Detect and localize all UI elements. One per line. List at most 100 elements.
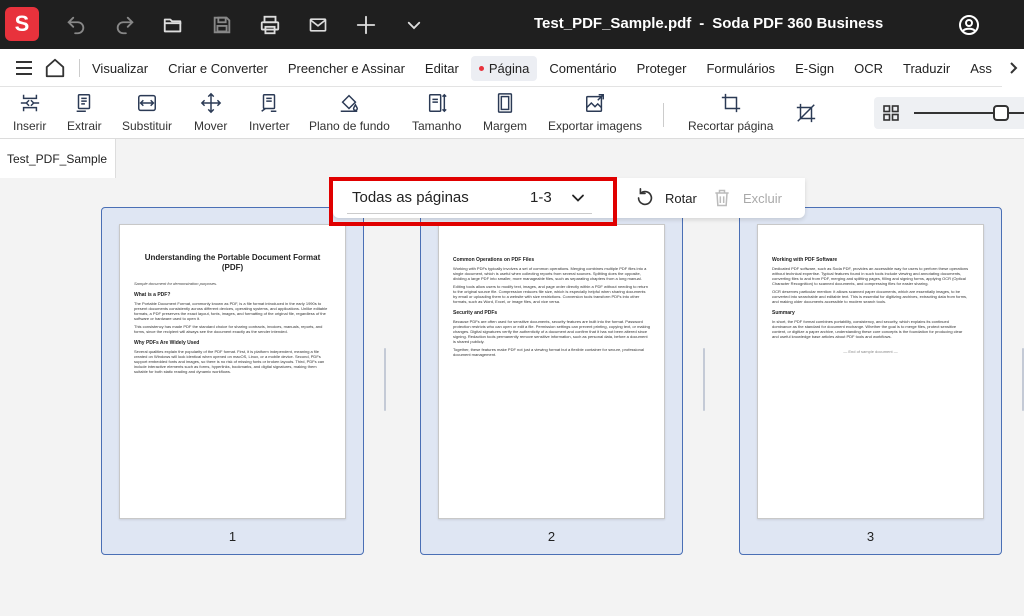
- new-plus-icon[interactable]: [352, 11, 380, 39]
- paragraph: Editing tools allow users to modify text…: [453, 284, 648, 304]
- menu-item-e-sign[interactable]: E-Sign: [787, 56, 842, 81]
- paragraph: Several qualities explain the popularity…: [134, 349, 325, 374]
- page-toolbar-ribbon: Inserir Extrair Substituir Mover Inverte…: [0, 87, 1024, 139]
- redo-icon[interactable]: [111, 11, 139, 39]
- paragraph: OCR deserves particular mention: it allo…: [772, 289, 968, 304]
- insert-icon: [18, 91, 42, 115]
- extract-label: Extrair: [67, 119, 102, 133]
- user-account-icon[interactable]: [955, 11, 983, 39]
- insert-label: Inserir: [13, 119, 47, 133]
- page-card-3[interactable]: Working with PDF Software Dedicated PDF …: [739, 207, 1002, 555]
- move-button[interactable]: Mover: [194, 91, 227, 133]
- crop-off-icon: [794, 101, 818, 125]
- page-subtitle: Sample document for demonstration purpos…: [134, 281, 218, 286]
- rotate-button[interactable]: Rotar: [634, 187, 697, 209]
- menu-item-assistente[interactable]: Ass: [962, 56, 1000, 81]
- extract-icon: [72, 91, 96, 115]
- undo-icon[interactable]: [62, 11, 90, 39]
- page-number: 3: [866, 529, 875, 544]
- menu-item-editar[interactable]: Editar: [417, 56, 467, 81]
- menu-bar: Visualizar Criar e Converter Preencher e…: [0, 49, 1024, 87]
- chevron-down-icon[interactable]: [400, 11, 428, 39]
- page-insert-marker[interactable]: [384, 348, 386, 411]
- page-insert-marker[interactable]: [703, 348, 705, 411]
- menu-item-formularios[interactable]: Formulários: [698, 56, 783, 81]
- delete-label: Excluir: [743, 190, 783, 206]
- paragraph: Dedicated PDF software, such as Soda PDF…: [772, 266, 969, 286]
- size-label: Tamanho: [412, 119, 462, 133]
- paragraph: This consistency has made PDF the standa…: [134, 324, 323, 334]
- menu-item-ocr[interactable]: OCR: [846, 56, 891, 81]
- home-icon[interactable]: [43, 57, 67, 79]
- crop-page-label: Recortar página: [688, 119, 774, 133]
- menu-item-visualizar[interactable]: Visualizar: [84, 56, 156, 81]
- invert-button[interactable]: Inverter: [249, 91, 290, 133]
- trash-icon: [712, 187, 732, 209]
- hamburger-menu-icon[interactable]: [12, 57, 36, 79]
- menu-item-criar-e-converter[interactable]: Criar e Converter: [160, 56, 276, 81]
- margin-label: Margem: [483, 119, 528, 133]
- paint-bucket-icon: [337, 91, 361, 115]
- page-number: 1: [228, 529, 237, 544]
- highlight-box: [329, 177, 617, 226]
- background-button[interactable]: Plano de fundo: [309, 91, 390, 133]
- menu-item-pagina[interactable]: Página: [470, 55, 538, 81]
- export-image-icon: [583, 91, 607, 115]
- crop-icon: [719, 91, 743, 115]
- extract-button[interactable]: Extrair: [67, 91, 102, 133]
- app-logo[interactable]: S: [5, 7, 39, 41]
- export-images-button[interactable]: Exportar imagens: [548, 91, 642, 133]
- margin-button[interactable]: Margem: [483, 91, 527, 133]
- document-tab-row: Test_PDF_Sample: [0, 139, 1024, 178]
- title-bar: S Test_PDF_Sample.pdf - Soda PDF 360 Busin…: [0, 0, 1024, 49]
- file-name: Test_PDF_Sample.pdf: [534, 15, 692, 32]
- invert-icon: [257, 91, 281, 115]
- rotate-label: Rotar: [665, 190, 697, 206]
- page-thumbnail: Working with PDF Software Dedicated PDF …: [757, 224, 984, 519]
- save-icon[interactable]: [208, 11, 236, 39]
- zoom-slider-thumb[interactable]: [993, 105, 1009, 121]
- replace-icon: [135, 91, 159, 115]
- page-card-2[interactable]: Common Operations on PDF Files Working w…: [420, 207, 683, 555]
- menu-item-comentario[interactable]: Comentário: [541, 56, 624, 81]
- section-heading: Why PDFs Are Widely Used: [134, 340, 200, 346]
- remove-crop-button[interactable]: [794, 101, 818, 125]
- menu-item-traduzir[interactable]: Traduzir: [895, 56, 958, 81]
- insert-button[interactable]: Inserir: [13, 91, 46, 133]
- title-separator: -: [699, 15, 705, 32]
- page-card-1[interactable]: Understanding the Portable Document Form…: [101, 207, 364, 555]
- export-images-label: Exportar imagens: [548, 119, 643, 133]
- end-note: — End of sample document —: [843, 349, 898, 354]
- move-icon: [199, 91, 223, 115]
- section-heading: What is a PDF?: [134, 292, 171, 298]
- paragraph: Together, these features make PDF not ju…: [453, 347, 644, 357]
- open-folder-icon[interactable]: [159, 11, 187, 39]
- toolbar-separator: [663, 103, 664, 127]
- paragraph: The Portable Document Format, commonly k…: [134, 301, 328, 321]
- move-label: Mover: [194, 119, 228, 133]
- grid-view-icon[interactable]: [882, 104, 900, 122]
- print-icon[interactable]: [256, 11, 284, 39]
- paragraph: Working with PDFs typically involves a s…: [453, 266, 647, 281]
- delete-button[interactable]: Excluir: [712, 187, 782, 209]
- page-thumbnail: Common Operations on PDF Files Working w…: [438, 224, 665, 519]
- replace-button[interactable]: Substituir: [122, 91, 172, 133]
- menu-item-proteger[interactable]: Proteger: [629, 56, 695, 81]
- size-button[interactable]: Tamanho: [412, 91, 461, 133]
- crop-page-button[interactable]: Recortar página: [688, 91, 773, 133]
- section-heading: Security and PDFs: [453, 310, 498, 316]
- menu-divider: [79, 59, 80, 77]
- page-title: Understanding the Portable Document Form…: [144, 253, 321, 272]
- menu-items: Visualizar Criar e Converter Preencher e…: [84, 49, 1004, 87]
- menu-scroll-right-icon[interactable]: [1002, 49, 1024, 87]
- invert-label: Inverter: [249, 119, 290, 133]
- page-thumbnail: Understanding the Portable Document Form…: [119, 224, 346, 519]
- background-label: Plano de fundo: [309, 119, 390, 133]
- margin-icon: [493, 91, 517, 115]
- document-tab[interactable]: Test_PDF_Sample: [0, 139, 116, 178]
- email-icon[interactable]: [304, 11, 332, 39]
- paragraph: In short, the PDF format combines portab…: [772, 319, 963, 339]
- menu-item-preencher-e-assinar[interactable]: Preencher e Assinar: [280, 56, 413, 81]
- app-name: Soda PDF 360 Business: [712, 15, 884, 32]
- replace-label: Substituir: [122, 119, 173, 133]
